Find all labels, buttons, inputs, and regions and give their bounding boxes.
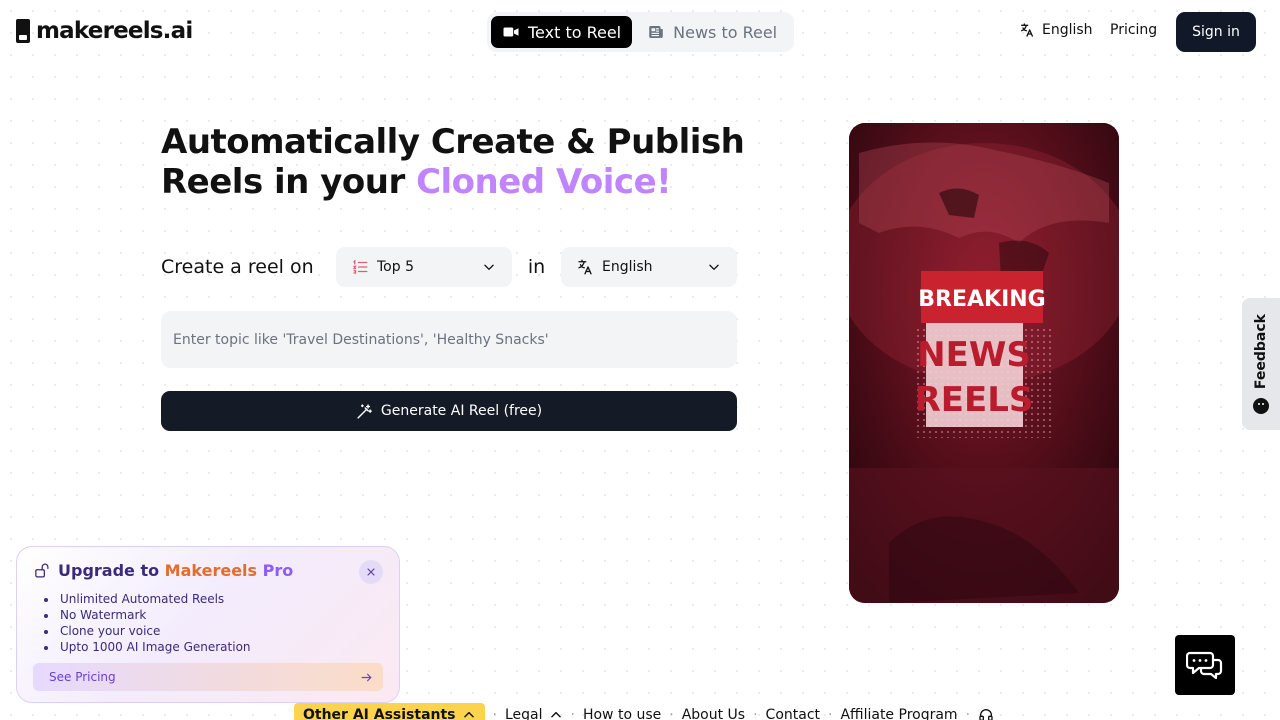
feedback-label: Feedback bbox=[1253, 314, 1269, 390]
close-upgrade-button[interactable] bbox=[359, 560, 383, 584]
create-reel-row: Create a reel on Top 5 in English bbox=[161, 247, 737, 287]
newspaper-icon bbox=[649, 26, 663, 38]
topic-input[interactable] bbox=[161, 311, 737, 368]
magic-wand-icon bbox=[357, 403, 372, 419]
feature-item: Unlimited Automated Reels bbox=[58, 591, 383, 607]
reels-text: REELS bbox=[915, 380, 1034, 420]
tab-text-to-reel[interactable]: Text to Reel bbox=[491, 16, 633, 48]
chevron-down-icon bbox=[709, 264, 719, 270]
language-select[interactable]: English bbox=[561, 247, 737, 287]
footer-separator: · bbox=[965, 707, 971, 720]
in-label: in bbox=[527, 256, 546, 278]
translate-icon bbox=[1021, 23, 1033, 37]
smiley-icon bbox=[1253, 397, 1269, 414]
footer-link-how-to-use[interactable]: How to use bbox=[583, 707, 661, 720]
reel-type-value: Top 5 bbox=[377, 259, 414, 275]
other-ai-label: Other AI Assistants bbox=[303, 707, 456, 720]
footer-separator: · bbox=[753, 707, 758, 720]
news-text: NEWS bbox=[917, 335, 1031, 375]
logo-text: makereels.ai bbox=[36, 18, 193, 44]
mode-switch: Text to Reel News to Reel bbox=[487, 12, 794, 52]
footer-separator: · bbox=[669, 707, 674, 720]
footer-separator: · bbox=[570, 707, 575, 720]
video-camera-icon bbox=[503, 27, 519, 37]
headset-icon[interactable] bbox=[978, 707, 994, 720]
pricing-link[interactable]: Pricing bbox=[1110, 22, 1157, 38]
see-pricing-button[interactable]: See Pricing bbox=[33, 663, 383, 691]
footer-link-about-us[interactable]: About Us bbox=[682, 707, 745, 720]
see-pricing-label: See Pricing bbox=[49, 670, 116, 684]
translate-icon bbox=[578, 259, 592, 275]
upgrade-title-prefix: Upgrade to bbox=[58, 561, 165, 580]
generate-label: Generate AI Reel (free) bbox=[380, 403, 543, 419]
generate-reel-button[interactable]: Generate AI Reel (free) bbox=[161, 391, 737, 431]
chevron-down-icon bbox=[484, 264, 494, 270]
logo-icon bbox=[16, 19, 30, 43]
reel-preview-graphic: BREAKING NEWS REELS bbox=[849, 123, 1119, 603]
close-icon bbox=[367, 568, 375, 576]
arrow-right-icon bbox=[361, 673, 372, 681]
reel-type-select[interactable]: Top 5 bbox=[336, 247, 512, 287]
footer-separator: · bbox=[492, 707, 497, 720]
other-ai-assistants-button[interactable]: Other AI Assistants bbox=[294, 703, 485, 720]
feature-item: Upto 1000 AI Image Generation bbox=[58, 639, 383, 655]
footer-link-contact[interactable]: Contact bbox=[766, 707, 820, 720]
feedback-tab[interactable]: Feedback bbox=[1242, 298, 1280, 430]
tab-news-to-reel-label: News to Reel bbox=[673, 22, 778, 42]
upgrade-header: Upgrade to Makereels Pro bbox=[33, 561, 383, 580]
footer-link-legal[interactable]: Legal bbox=[505, 707, 563, 720]
chat-widget-button[interactable] bbox=[1175, 635, 1235, 695]
upgrade-feature-list: Unlimited Automated Reels No Watermark C… bbox=[58, 591, 383, 655]
upgrade-card: Upgrade to Makereels Pro Unlimited Autom… bbox=[16, 546, 400, 703]
feature-item: No Watermark bbox=[58, 607, 383, 623]
logo[interactable]: makereels.ai bbox=[16, 18, 193, 44]
numbered-list-icon bbox=[352, 259, 368, 274]
tab-news-to-reel[interactable]: News to Reel bbox=[636, 16, 788, 48]
title-accent: Cloned Voice! bbox=[416, 162, 672, 202]
footer: Other AI Assistants · Legal · How to use… bbox=[294, 703, 994, 720]
create-label: Create a reel on bbox=[161, 256, 314, 278]
legal-label: Legal bbox=[504, 707, 543, 720]
page-title: Automatically Create & Publish Reels in … bbox=[161, 122, 781, 202]
unlock-icon bbox=[35, 563, 49, 578]
language-value: English bbox=[602, 259, 653, 275]
language-label: English bbox=[1042, 22, 1093, 38]
upgrade-title: Upgrade to Makereels Pro bbox=[58, 561, 293, 580]
chevron-up-icon bbox=[463, 711, 474, 718]
footer-link-affiliate[interactable]: Affiliate Program bbox=[840, 707, 957, 720]
upgrade-brand: Makereels bbox=[164, 561, 258, 580]
footer-separator: · bbox=[828, 707, 833, 720]
sign-in-button[interactable]: Sign in bbox=[1176, 12, 1256, 52]
upgrade-brand-pro: Pro bbox=[257, 561, 294, 580]
tab-text-to-reel-label: Text to Reel bbox=[528, 22, 622, 42]
feature-item: Clone your voice bbox=[58, 623, 383, 639]
chat-bubbles-icon bbox=[1186, 651, 1223, 680]
breaking-badge-text: BREAKING bbox=[918, 287, 1045, 312]
chevron-up-icon bbox=[550, 711, 561, 718]
language-selector[interactable]: English bbox=[1019, 22, 1093, 38]
reel-preview[interactable]: BREAKING NEWS REELS bbox=[849, 123, 1119, 603]
